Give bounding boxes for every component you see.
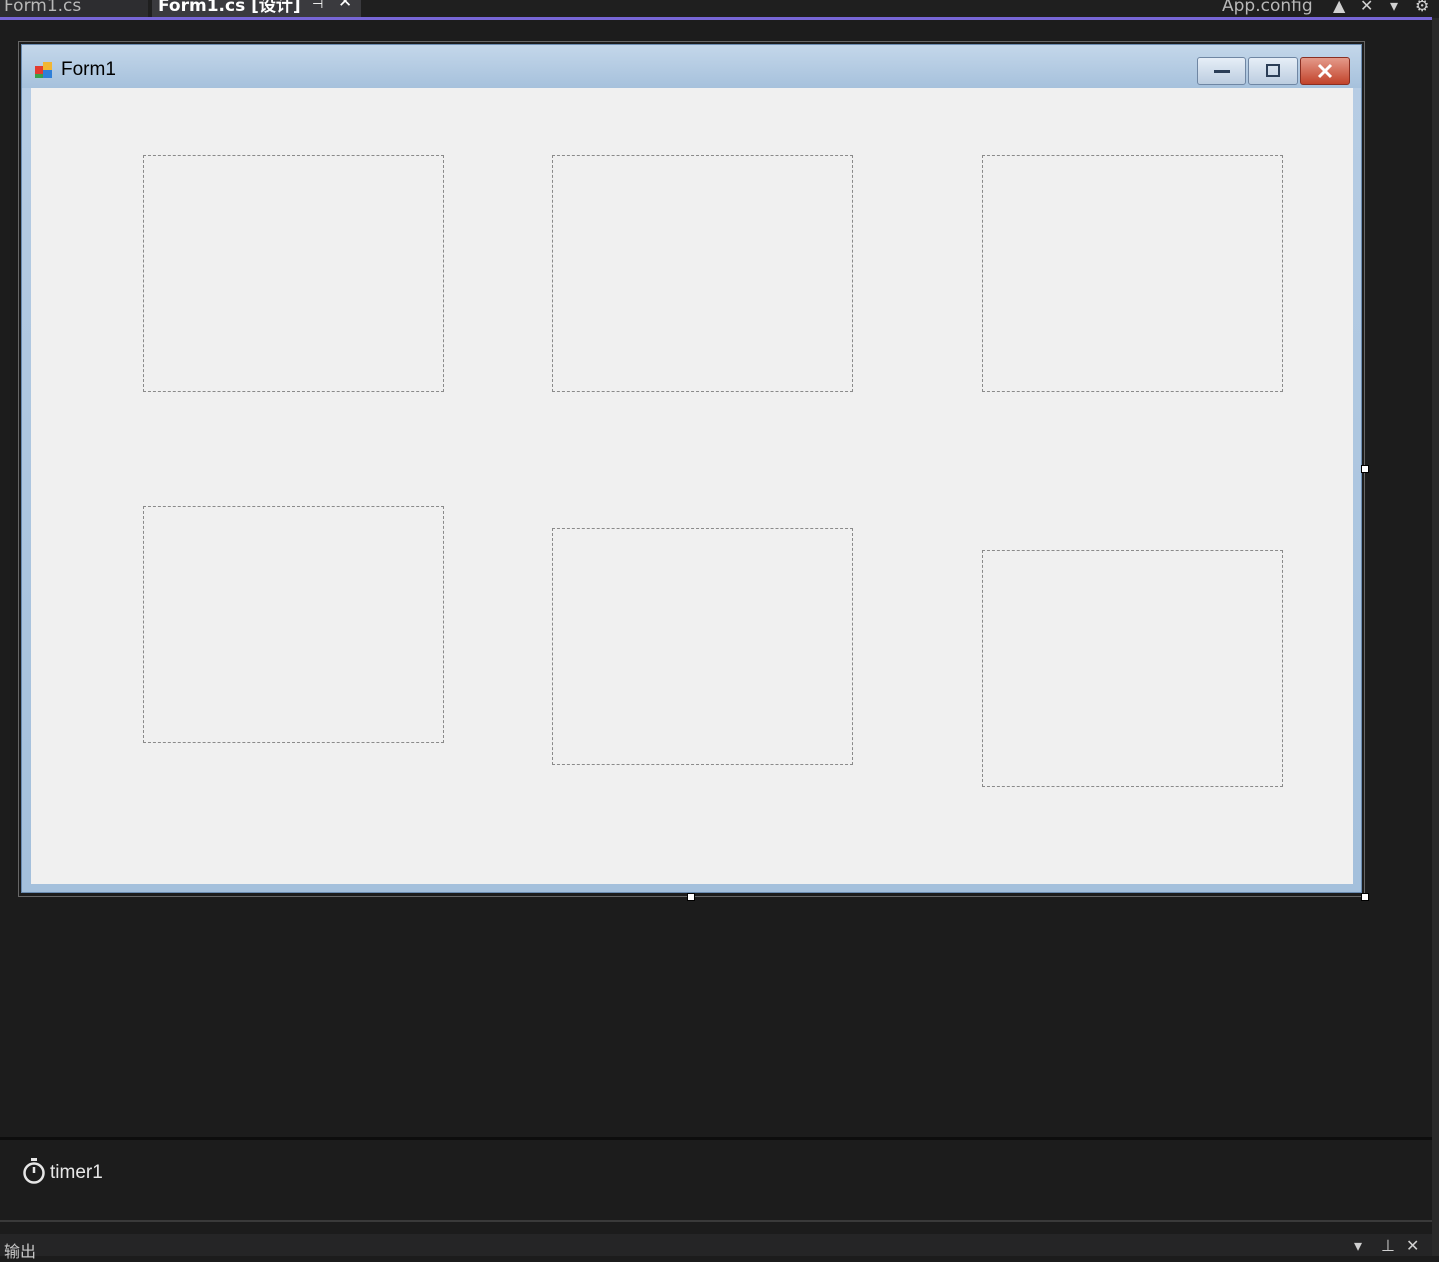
picture-box-5[interactable] bbox=[552, 528, 853, 765]
resize-handle-bottom[interactable] bbox=[687, 893, 695, 901]
tab-app-config[interactable]: App.config bbox=[1217, 0, 1327, 17]
dropdown-icon[interactable]: ▾ bbox=[1354, 1236, 1362, 1255]
close-tab-icon[interactable]: ✕ bbox=[338, 0, 352, 11]
pin-icon[interactable]: ▲ bbox=[1333, 0, 1345, 15]
picture-box-1[interactable] bbox=[143, 155, 444, 392]
tab-label: Form1.cs bbox=[4, 0, 82, 16]
minimize-button[interactable] bbox=[1197, 57, 1246, 85]
resize-handle-corner[interactable] bbox=[1361, 893, 1369, 901]
tab-form1-design[interactable]: Form1.cs [设计] ⊣ ✕ bbox=[152, 0, 361, 17]
close-icon[interactable]: ✕ bbox=[1360, 0, 1373, 15]
pin-icon[interactable]: ⊣ bbox=[312, 0, 323, 11]
picture-box-3[interactable] bbox=[982, 155, 1283, 392]
picture-box-4[interactable] bbox=[143, 506, 444, 743]
tab-form1-cs[interactable]: Form1.cs bbox=[0, 0, 148, 17]
form-titlebar: Form1 bbox=[22, 45, 1361, 88]
form-icon bbox=[35, 62, 52, 78]
maximize-icon bbox=[1266, 64, 1280, 77]
minimize-icon bbox=[1213, 70, 1230, 73]
designer-form[interactable]: Form1 bbox=[21, 44, 1362, 893]
timer-component-label[interactable]: timer1 bbox=[50, 1162, 103, 1184]
gear-icon[interactable]: ⚙ bbox=[1415, 0, 1429, 15]
close-icon[interactable]: ✕ bbox=[1406, 1236, 1419, 1255]
dropdown-icon[interactable]: ▾ bbox=[1390, 0, 1398, 15]
close-button[interactable] bbox=[1300, 57, 1350, 85]
component-tray bbox=[0, 1140, 1432, 1220]
output-pane-title: 输出 bbox=[4, 1242, 37, 1261]
pin-icon[interactable]: ⊥ bbox=[1381, 1236, 1395, 1255]
resize-handle-right[interactable] bbox=[1361, 465, 1369, 473]
document-tab-strip: Form1.cs Form1.cs [设计] ⊣ ✕ App.config ▲ … bbox=[0, 0, 1439, 20]
stopwatch-icon[interactable] bbox=[22, 1158, 46, 1184]
output-pane-header bbox=[0, 1234, 1432, 1256]
maximize-button[interactable] bbox=[1248, 57, 1298, 85]
tab-label: Form1.cs [设计] bbox=[158, 0, 301, 16]
active-tab-underline bbox=[0, 17, 1432, 20]
close-icon bbox=[1317, 63, 1333, 79]
picture-box-6[interactable] bbox=[982, 550, 1283, 787]
vertical-scrollbar[interactable] bbox=[1432, 18, 1439, 1256]
form-title: Form1 bbox=[61, 59, 116, 80]
tray-bottom-border bbox=[0, 1220, 1432, 1222]
picture-box-2[interactable] bbox=[552, 155, 853, 392]
tab-label: App.config bbox=[1222, 0, 1313, 16]
form-client-area bbox=[31, 88, 1353, 884]
